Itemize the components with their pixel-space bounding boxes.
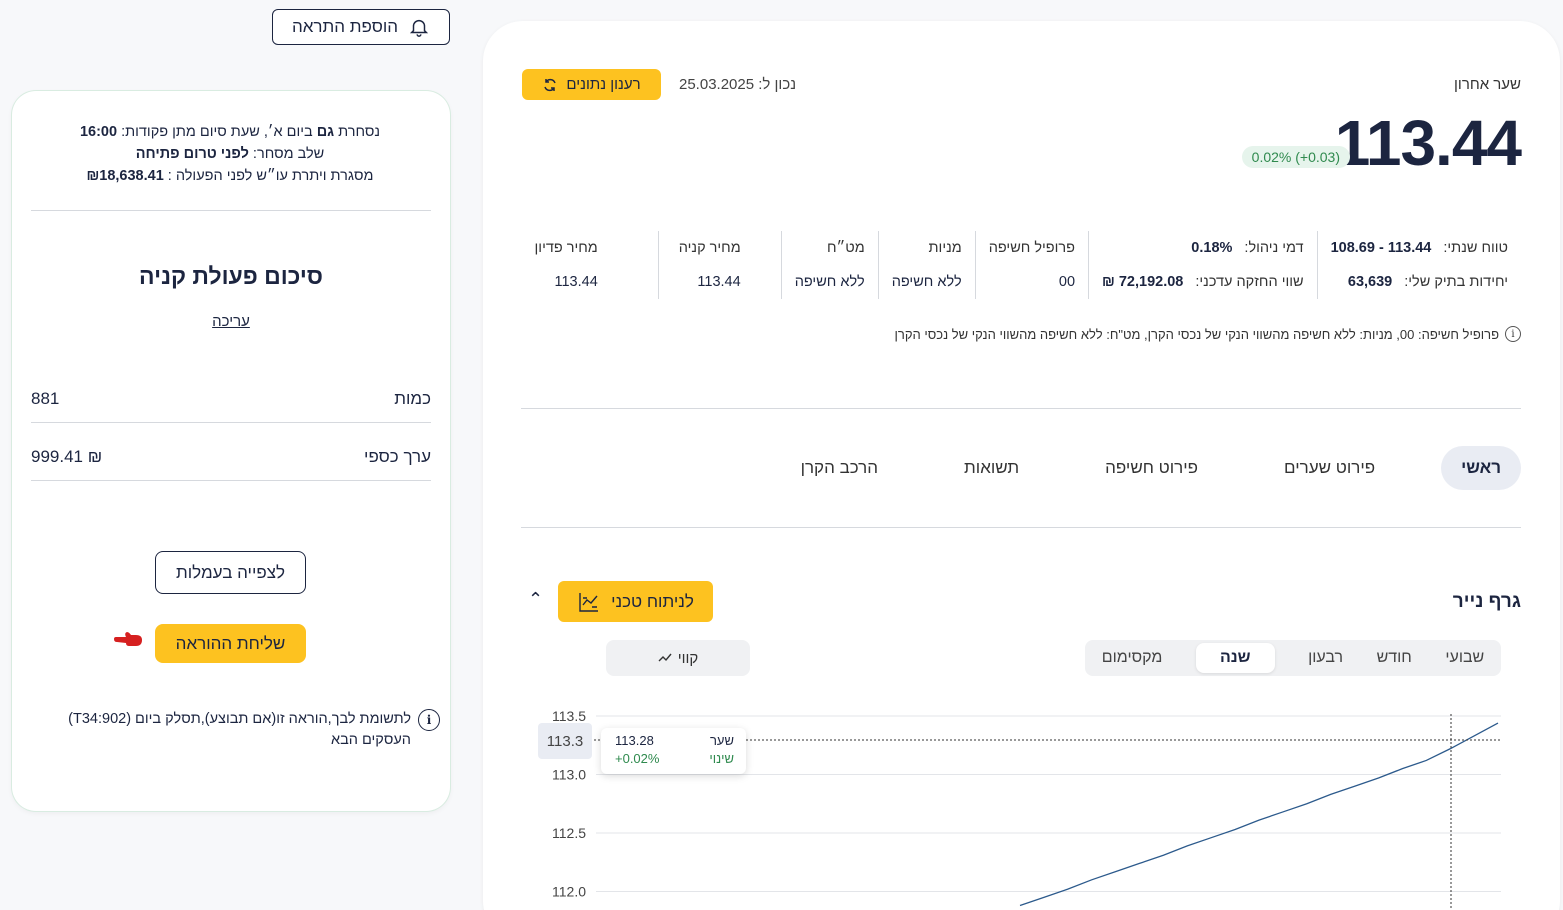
info-line-1: נסחרת גם ביום א׳, שעת סיום מתן פקודות: 1… — [79, 124, 380, 140]
divider — [31, 210, 431, 211]
info-icon: i — [418, 709, 440, 731]
holding-value: ₪ 72,192.08 — [1102, 274, 1184, 290]
refresh-data-button[interactable]: רענון נתונים — [522, 69, 661, 100]
chart-analysis-icon — [579, 592, 599, 612]
divider — [521, 408, 1521, 409]
buy-price-label: מחיר קניה — [678, 240, 741, 256]
divider — [521, 527, 1521, 528]
y-tick-label: 113.0 — [552, 767, 586, 783]
line-chart-icon — [658, 653, 672, 662]
period-month[interactable]: חודש — [1377, 649, 1412, 667]
exposure-footnote: i פרופיל חשיפה: 00, מניות: ללא חשיפה מהש… — [895, 326, 1521, 342]
tab-fund-composition[interactable]: הרכב הקרן — [781, 446, 898, 490]
range-value: 108.69 - 113.44 — [1330, 240, 1432, 256]
price-series-line — [1019, 722, 1499, 907]
period-quarter[interactable]: רבעון — [1308, 649, 1343, 667]
as-of-date: נכון ל: 25.03.2025 — [679, 76, 797, 93]
range-label: טווח שנתי: — [1443, 240, 1508, 256]
last-price-label: שער אחרון — [1454, 76, 1521, 93]
bell-icon — [409, 19, 429, 37]
holding-label: שווי החזקה עדכני: — [1195, 274, 1304, 290]
y-tick-label: 112.0 — [552, 884, 586, 900]
settlement-note: לתשומת לבך,הוראה זו(אם תבוצע),תסלק ביום … — [68, 711, 411, 748]
refresh-icon — [544, 78, 557, 91]
y-tick-label: 112.5 — [552, 825, 586, 841]
units-label: יחידות בתיק שלי: — [1404, 274, 1508, 290]
tab-returns[interactable]: תשואות — [944, 446, 1039, 490]
tab-exposure-details[interactable]: פירוט חשיפה — [1085, 446, 1218, 490]
period-selector: שבועי חודש רבעון שנה מקסימום — [1085, 640, 1501, 676]
chart-tooltip: שער 113.28 שינוי +0.02% — [601, 728, 746, 774]
stats-col-redeem: מחיר פדיון 113.44 — [522, 231, 658, 299]
price-change-badge: 0.02% (+0.03) — [1241, 146, 1350, 168]
y-tick-label: 113.5 — [552, 708, 586, 724]
add-alert-label: הוספת התראה — [291, 17, 399, 36]
fx-value: ללא חשיפה — [794, 274, 865, 290]
fee-value: 0.18% — [1191, 240, 1233, 256]
cash-label: ערך כספי — [364, 447, 431, 466]
info-line-3: מסגרת ויתרת עו״ש לפני הפעולה : ₪18,638.4… — [86, 168, 374, 184]
technical-analysis-button[interactable]: לניתוח טכני — [558, 581, 713, 622]
summary-title: סיכום פעולת קניה — [139, 263, 323, 289]
units-value: 63,639 — [1347, 274, 1393, 290]
pointing-hand-icon — [114, 632, 142, 646]
divider — [31, 422, 431, 423]
tooltip-change-value: +0.02% — [615, 751, 660, 766]
redeem-price-value: 113.44 — [554, 274, 598, 290]
chevron-up-icon[interactable]: ⌃ — [528, 589, 543, 610]
line-chart-label: קווי — [677, 649, 699, 667]
fee-label: דמי ניהול: — [1244, 240, 1304, 256]
quantity-label: כמות — [394, 389, 431, 408]
stats-col-exposure: פרופיל חשיפה 00 — [974, 231, 1088, 299]
period-year[interactable]: שנה — [1195, 643, 1275, 673]
info-icon: i — [1505, 326, 1521, 342]
stats-col-range: טווח שנתי: 108.69 - 113.44 יחידות בתיק של… — [1316, 231, 1521, 299]
cash-value: 999.41 ₪ — [31, 447, 103, 466]
tooltip-price-value: 113.28 — [615, 733, 654, 748]
graph-title: גרף נייר — [1452, 591, 1521, 612]
period-max[interactable]: מקסימום — [1102, 649, 1163, 667]
tooltip-price-label: שער — [709, 733, 734, 748]
divider — [31, 480, 431, 481]
last-price: 113.44 — [1334, 107, 1522, 179]
trading-info: נסחרת גם ביום א׳, שעת סיום מתן פקודות: 1… — [80, 121, 380, 187]
order-summary-card: נסחרת גם ביום א׳, שעת סיום מתן פקודות: 1… — [12, 91, 450, 811]
view-fees-button[interactable]: לצפייה בעמלות — [155, 551, 306, 594]
chart-type-selector[interactable]: קווי — [606, 640, 750, 676]
stats-col-fee: דמי ניהול: 0.18% שווי החזקה עדכני: ₪ 72,19… — [1088, 231, 1317, 299]
stocks-label: מניות — [928, 240, 962, 256]
stats-col-buy: מחיר קניה 113.44 — [657, 231, 781, 299]
stats-col-stocks: מניות ללא חשיפה — [877, 231, 975, 299]
footnote-text: פרופיל חשיפה: 00, מניות: ללא חשיפה מהשוו… — [894, 326, 1499, 342]
tab-bar: ראשי פירוט שערים פירוט חשיפה תשואות הרכב… — [781, 446, 1521, 490]
period-week[interactable]: שבועי — [1445, 649, 1484, 667]
tab-price-details[interactable]: פירוט שערים — [1264, 446, 1395, 490]
refresh-label: רענון נתונים — [566, 76, 641, 93]
edit-link[interactable]: עריכה — [12, 313, 450, 330]
ta-label: לניתוח טכני — [611, 591, 694, 611]
send-order-button[interactable]: שליחת ההוראה — [155, 624, 306, 663]
tooltip-change-label: שינוי — [709, 751, 734, 766]
fx-label: מט״ח — [826, 240, 865, 256]
hover-y-label: 113.3 — [538, 723, 592, 759]
quantity-value: 881 — [31, 389, 60, 408]
tab-main[interactable]: ראשי — [1441, 446, 1521, 490]
stocks-value: ללא חשיפה — [891, 274, 962, 290]
stats-col-fx: מט״ח ללא חשיפה — [780, 231, 878, 299]
buy-price-value: 113.44 — [697, 274, 741, 290]
redeem-price-label: מחיר פדיון — [534, 240, 598, 256]
stats-table: טווח שנתי: 108.69 - 113.44 יחידות בתיק של… — [522, 231, 1521, 299]
add-alert-button[interactable]: הוספת התראה — [272, 9, 450, 45]
exposure-label: פרופיל חשיפה — [988, 240, 1076, 256]
info-line-2: שלב מסחר: לפני טרום פתיחה — [135, 146, 325, 162]
exposure-value: 00 — [1058, 274, 1076, 290]
